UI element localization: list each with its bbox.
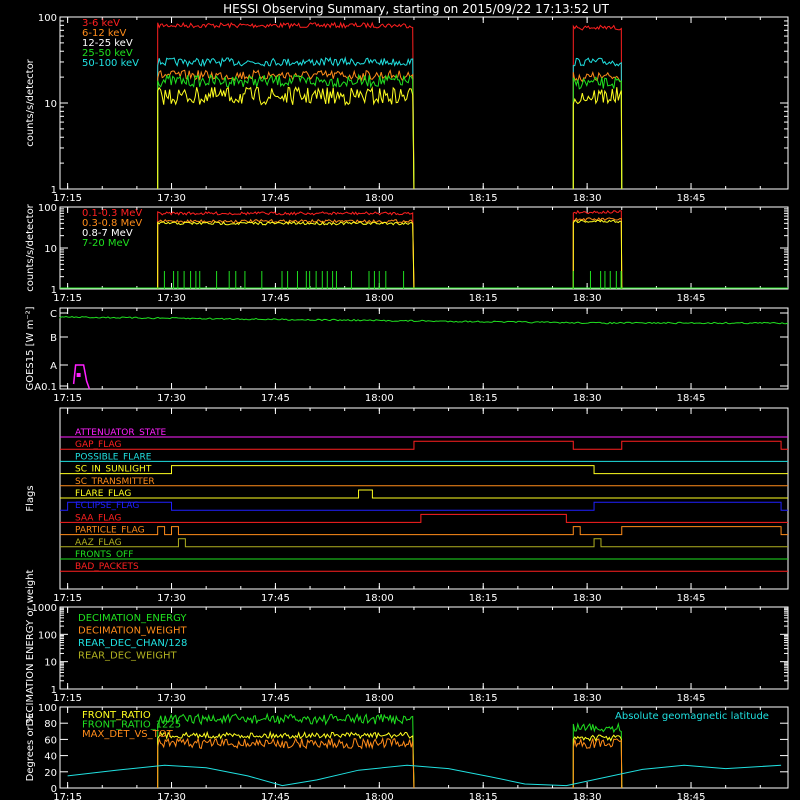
x-tick-label: 18:30 bbox=[573, 792, 602, 800]
goes-short-marker bbox=[76, 373, 81, 377]
x-tick-label: 18:15 bbox=[469, 792, 498, 800]
x-tick-label: 18:45 bbox=[677, 792, 706, 800]
y-tick-label: 10 bbox=[44, 99, 57, 110]
x-tick-label: 17:45 bbox=[261, 693, 290, 704]
hessi-summary-figure: HESSI Observing Summary, starting on 201… bbox=[0, 0, 800, 800]
x-tick-label: 18:45 bbox=[677, 693, 706, 704]
legend-entry: 50-100 keV bbox=[82, 58, 139, 69]
x-tick-label: 18:00 bbox=[365, 593, 394, 604]
y-tick-label: 40 bbox=[44, 752, 57, 763]
x-tick-label: 18:45 bbox=[677, 193, 706, 204]
y-axis-label: counts/s/detector bbox=[25, 58, 36, 146]
x-tick-label: 17:15 bbox=[53, 593, 82, 604]
x-tick-label: 17:45 bbox=[261, 193, 290, 204]
x-tick-label: 17:45 bbox=[261, 792, 290, 800]
x-tick-label: 17:45 bbox=[261, 293, 290, 304]
y-tick-label: 100 bbox=[38, 630, 57, 641]
x-tick-label: 17:15 bbox=[53, 393, 82, 404]
x-tick-label: 18:30 bbox=[573, 193, 602, 204]
y-axis-label: DECIMATION ENERGY or weight bbox=[25, 569, 36, 726]
legend-entry: DECIMATION_WEIGHT bbox=[78, 626, 187, 637]
y-tick-label: 80 bbox=[44, 719, 57, 730]
x-tick-label: 17:45 bbox=[261, 393, 290, 404]
x-tick-label: 18:15 bbox=[469, 593, 498, 604]
x-tick-label: 18:45 bbox=[677, 393, 706, 404]
x-tick-label: 17:15 bbox=[53, 193, 82, 204]
geomag-latitude-annotation: Absolute geomagnetic latitude bbox=[615, 711, 769, 722]
x-tick-label: 18:30 bbox=[573, 293, 602, 304]
y-tick-label: 1 bbox=[51, 685, 57, 696]
y-tick-label: 100 bbox=[38, 203, 57, 214]
x-tick-label: 17:15 bbox=[53, 792, 82, 800]
y-tick-label: C bbox=[50, 309, 57, 320]
x-tick-label: 17:45 bbox=[261, 593, 290, 604]
y-axis-label: counts/s/detector bbox=[25, 203, 36, 291]
y-tick-label: 0 bbox=[51, 784, 57, 795]
y-tick-label: 100 bbox=[38, 13, 57, 24]
x-tick-label: 18:00 bbox=[365, 193, 394, 204]
y-tick-label: 10 bbox=[44, 244, 57, 255]
x-tick-label: 17:30 bbox=[157, 792, 186, 800]
x-tick-label: 17:30 bbox=[157, 393, 186, 404]
y-tick-label: B bbox=[50, 333, 57, 344]
y-axis-label: Degrees or % bbox=[25, 714, 36, 782]
x-tick-label: 18:45 bbox=[677, 593, 706, 604]
legend-entry: 7-20 MeV bbox=[82, 238, 130, 249]
x-tick-label: 17:15 bbox=[53, 293, 82, 304]
legend-entry: REAR_DEC_CHAN/128 bbox=[78, 638, 187, 649]
y-axis-label: GOES15 [W m⁻²] bbox=[25, 306, 36, 390]
y-tick-label: 20 bbox=[44, 768, 57, 779]
x-tick-label: 17:30 bbox=[157, 293, 186, 304]
y-tick-label: A bbox=[50, 361, 57, 372]
y-axis-label: Flags bbox=[25, 485, 36, 511]
legend-entry: MAX_DET_VS_TOT bbox=[82, 729, 174, 740]
x-tick-label: 17:15 bbox=[53, 693, 82, 704]
y-tick-label: 1 bbox=[51, 285, 57, 296]
x-tick-label: 18:15 bbox=[469, 393, 498, 404]
y-tick-label: 1000 bbox=[32, 603, 57, 614]
x-tick-label: 17:30 bbox=[157, 693, 186, 704]
y-tick-label: 1 bbox=[51, 185, 57, 196]
x-tick-label: 18:30 bbox=[573, 593, 602, 604]
legend-entry: DECIMATION_ENERGY bbox=[78, 613, 187, 624]
x-tick-label: 18:00 bbox=[365, 693, 394, 704]
x-tick-label: 18:00 bbox=[365, 293, 394, 304]
x-tick-label: 17:30 bbox=[157, 193, 186, 204]
x-tick-label: 18:30 bbox=[573, 393, 602, 404]
y-tick-label: A0.1 bbox=[34, 382, 57, 393]
x-tick-label: 18:15 bbox=[469, 193, 498, 204]
x-tick-label: 18:00 bbox=[365, 792, 394, 800]
x-tick-label: 18:15 bbox=[469, 293, 498, 304]
x-tick-label: 18:30 bbox=[573, 693, 602, 704]
y-tick-label: 100 bbox=[38, 703, 57, 714]
x-tick-label: 18:45 bbox=[677, 293, 706, 304]
y-tick-label: 10 bbox=[44, 658, 57, 669]
y-tick-label: 60 bbox=[44, 735, 57, 746]
x-tick-label: 18:00 bbox=[365, 393, 394, 404]
x-tick-label: 17:30 bbox=[157, 593, 186, 604]
x-tick-label: 18:15 bbox=[469, 693, 498, 704]
figure-title: HESSI Observing Summary, starting on 201… bbox=[223, 2, 609, 16]
legend-entry: REAR_DEC_WEIGHT bbox=[78, 651, 177, 662]
